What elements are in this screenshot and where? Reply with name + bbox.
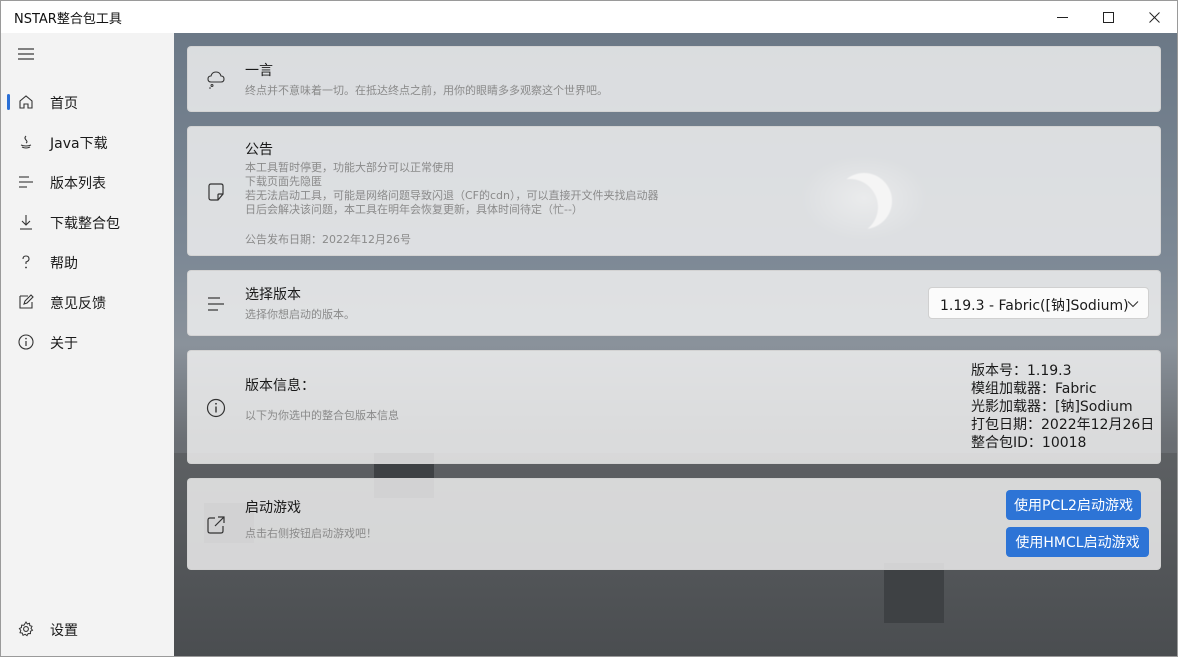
gear-icon [17, 620, 35, 638]
launch-card: 启动游戏 点击右侧按钮启动游戏吧！ 使用PCL2启动游戏 使用HMCL启动游戏 [187, 478, 1161, 570]
close-button[interactable] [1131, 1, 1177, 33]
sidebar-item-label: 版本列表 [50, 176, 106, 192]
sidebar-item-download-pack[interactable]: 下载整合包 [5, 204, 170, 240]
sidebar-item-label: 帮助 [50, 256, 78, 272]
info-icon [205, 397, 227, 419]
sidebar-item-version-list[interactable]: 版本列表 [5, 164, 170, 200]
hamburger-icon [18, 48, 34, 60]
version-info-subtitle: 以下为你选中的整合包版本信息 [245, 409, 399, 422]
sidebar-item-label: 关于 [50, 336, 78, 352]
java-icon [17, 133, 35, 151]
sidebar-item-label: 设置 [50, 623, 78, 639]
sidebar-item-about[interactable]: 关于 [5, 324, 170, 360]
version-select-title: 选择版本 [245, 287, 301, 303]
list-icon [17, 173, 35, 191]
version-select-subtitle: 选择你想启动的版本。 [245, 308, 355, 321]
notice-line: 日后会解决该问题，本工具在明年会恢复更新，具体时间待定（忙--） [245, 203, 583, 216]
quote-title: 一言 [245, 63, 273, 79]
version-info-list: 版本号：1.19.3 模组加载器：Fabric 光影加载器：[钠]Sodium … [971, 362, 1154, 452]
launch-hmcl-button[interactable]: 使用HMCL启动游戏 [1006, 527, 1149, 557]
version-number: 版本号：1.19.3 [971, 363, 1072, 379]
list-icon [205, 293, 227, 315]
launch-subtitle: 点击右侧按钮启动游戏吧！ [245, 527, 377, 540]
note-icon [205, 181, 227, 203]
notice-line: 下载页面先隐匿 [245, 175, 322, 188]
notice-body: 本工具暂时停更，功能大部分可以正常使用 下载页面先隐匿 若无法启动工具，可能是网… [245, 161, 659, 217]
sidebar-item-java-download[interactable]: Java下载 [5, 124, 170, 160]
sidebar-item-label: 意见反馈 [50, 296, 106, 312]
version-select-card: 选择版本 选择你想启动的版本。 1.19.3 - Fabric([钠]Sodiu… [187, 270, 1161, 336]
feedback-icon [17, 293, 35, 311]
sidebar-item-help[interactable]: 帮助 [5, 244, 170, 280]
sidebar: 首页 Java下载 版本列表 下载整合包 帮助 意见反馈 关于 设置 [1, 33, 174, 656]
download-icon [17, 213, 35, 231]
title-bar: NSTAR整合包工具 [1, 1, 1177, 33]
minimize-button[interactable] [1039, 1, 1085, 33]
help-icon [17, 253, 35, 271]
cloud-icon [205, 69, 227, 91]
version-info-title: 版本信息： [245, 378, 315, 394]
sidebar-item-home[interactable]: 首页 [5, 84, 170, 120]
sidebar-item-label: 下载整合包 [50, 216, 120, 232]
mod-loader: 模组加载器：Fabric [971, 381, 1097, 397]
notice-line: 本工具暂时停更，功能大部分可以正常使用 [245, 161, 454, 174]
maximize-button[interactable] [1085, 1, 1131, 33]
version-dropdown-value: 1.19.3 - Fabric([钠]Sodium) [940, 298, 1129, 314]
app-window: NSTAR整合包工具 首页 Java下载 版本列表 下载整合包 帮助 意见反馈 … [0, 0, 1178, 657]
launch-pcl2-button[interactable]: 使用PCL2启动游戏 [1006, 490, 1141, 520]
sidebar-item-feedback[interactable]: 意见反馈 [5, 284, 170, 320]
chevron-down-icon [1127, 301, 1139, 308]
sidebar-item-label: Java下载 [50, 136, 108, 152]
launch-title: 启动游戏 [245, 500, 301, 516]
notice-card: 公告 本工具暂时停更，功能大部分可以正常使用 下载页面先隐匿 若无法启动工具，可… [187, 126, 1161, 256]
quote-text: 终点并不意味着一切。在抵达终点之前，用你的眼睛多多观察这个世界吧。 [245, 84, 608, 97]
notice-line: 若无法启动工具，可能是网络问题导致闪退（CF的cdn），可以直接开文件夹找启动器 [245, 189, 659, 202]
window-title: NSTAR整合包工具 [14, 12, 122, 27]
version-info-card: 版本信息： 以下为你选中的整合包版本信息 版本号：1.19.3 模组加载器：Fa… [187, 350, 1161, 464]
menu-toggle-button[interactable] [13, 43, 39, 65]
quote-card: 一言 终点并不意味着一切。在抵达终点之前，用你的眼睛多多观察这个世界吧。 [187, 46, 1161, 112]
background-block [884, 563, 944, 623]
notice-date: 公告发布日期：2022年12月26号 [245, 233, 411, 246]
version-dropdown[interactable]: 1.19.3 - Fabric([钠]Sodium) [928, 287, 1149, 319]
sidebar-item-settings[interactable]: 设置 [5, 611, 170, 647]
notice-title: 公告 [245, 142, 273, 158]
shader-loader: 光影加载器：[钠]Sodium [971, 399, 1133, 415]
pack-id: 整合包ID：10018 [971, 435, 1087, 451]
open-external-icon [205, 514, 227, 536]
sidebar-item-label: 首页 [50, 96, 78, 112]
home-icon [17, 93, 35, 111]
info-icon [17, 333, 35, 351]
active-indicator [7, 94, 10, 110]
main-content: 一言 终点并不意味着一切。在抵达终点之前，用你的眼睛多多观察这个世界吧。 公告 … [174, 33, 1177, 656]
pack-date: 打包日期：2022年12月26日 [971, 417, 1155, 433]
minimize-icon [1056, 16, 1068, 18]
maximize-icon [1102, 11, 1114, 23]
close-icon [1148, 11, 1160, 23]
